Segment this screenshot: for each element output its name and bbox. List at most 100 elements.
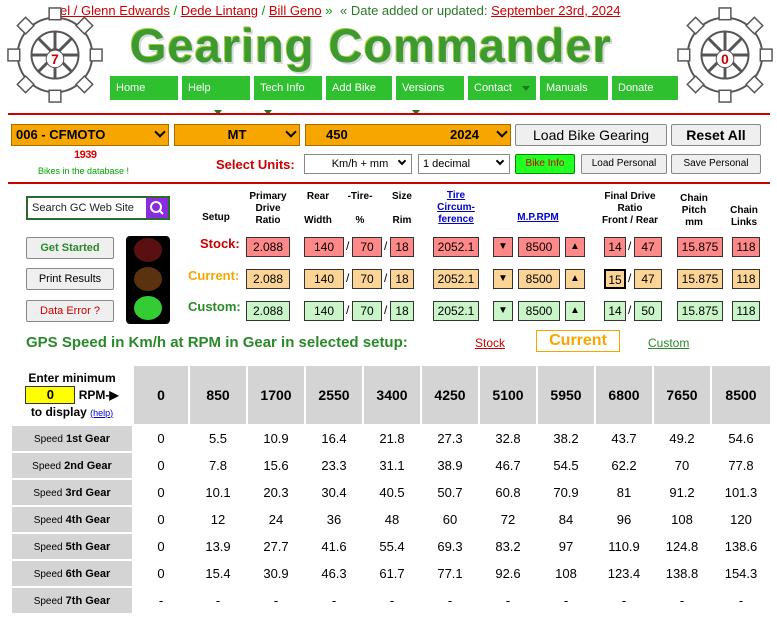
custom-primary[interactable]: 2.088	[246, 301, 290, 321]
bike-info-button[interactable]: Bike Info	[515, 154, 575, 174]
stock-rpm[interactable]: 8500	[518, 237, 560, 257]
nav-contact[interactable]: Contact	[468, 76, 538, 100]
speed-value: 101.3	[710, 478, 772, 507]
stock-rear[interactable]: 47	[634, 237, 662, 257]
load-personal-button[interactable]: Load Personal	[581, 154, 667, 174]
speed-value: 60	[420, 505, 480, 534]
nav-home[interactable]: Home	[110, 76, 180, 100]
stock-link[interactable]: Stock	[475, 336, 505, 350]
speed-value: -	[304, 586, 364, 615]
rpm-up-button[interactable]: ▲	[565, 301, 585, 321]
help-link[interactable]: (help)	[90, 408, 113, 418]
divider	[8, 182, 770, 184]
stock-front[interactable]: 14	[604, 237, 626, 257]
stock-rim[interactable]: 18	[390, 237, 414, 257]
get-started-button[interactable]: Get Started	[26, 237, 114, 259]
credit-link[interactable]: Dede Lintang	[181, 3, 258, 18]
hdr-line: Pitch	[681, 205, 707, 216]
save-personal-button[interactable]: Save Personal	[671, 154, 761, 174]
gear-name: 1st Gear	[65, 432, 110, 445]
stock-width[interactable]: 140	[304, 237, 344, 257]
units-select[interactable]: Km/h + mm	[304, 154, 412, 174]
gear-row: Speed 5th Gear 0 13.9 27.7 41.6 55.4 69.3 83.2 9…	[10, 532, 772, 561]
custom-pitch[interactable]: 15.875	[677, 301, 723, 321]
custom-pct[interactable]: 70	[352, 301, 382, 321]
make-select[interactable]: 006 - CFMOTO	[11, 124, 169, 146]
nav-label: Tech Info	[260, 82, 305, 94]
nav-donate[interactable]: Donate	[612, 76, 680, 100]
stock-pitch[interactable]: 15.875	[677, 237, 723, 257]
speed-value: 38.9	[420, 451, 480, 480]
nav-versions[interactable]: Versions	[396, 76, 466, 115]
rpm-up-button[interactable]: ▲	[565, 237, 585, 257]
custom-link[interactable]: Custom	[648, 336, 689, 350]
custom-rpm[interactable]: 8500	[518, 301, 560, 321]
hdr-final-drive: Final Drive Ratio Front / Rear	[590, 191, 670, 227]
current-button[interactable]: Current	[536, 330, 620, 352]
speed-value: 62.2	[594, 451, 654, 480]
hdr-line: Chain	[730, 205, 758, 216]
rpm-col: 0	[132, 364, 190, 426]
search-icon[interactable]	[146, 198, 168, 218]
speed-value: 15.6	[246, 451, 306, 480]
nav-tech-info[interactable]: Tech Info	[254, 76, 324, 115]
gear-label: Speed 4th Gear	[10, 505, 134, 534]
rpm-down-button[interactable]: ▼	[493, 301, 513, 321]
year-value: 2024	[450, 127, 479, 142]
load-bike-gearing-button[interactable]: Load Bike Gearing	[515, 124, 667, 146]
speed-value: 55.4	[362, 532, 422, 561]
speed-value: 138.8	[652, 559, 712, 588]
decimals-value: 1 decimal	[423, 158, 471, 170]
custom-front[interactable]: 14	[604, 301, 626, 321]
search-input[interactable]: Search GC Web Site	[26, 196, 170, 220]
current-rim[interactable]: 18	[390, 269, 414, 289]
rpm-down-button[interactable]: ▼	[493, 237, 513, 257]
rpm-down-button[interactable]: ▼	[493, 269, 513, 289]
custom-links[interactable]: 118	[732, 301, 760, 321]
rpm-col: 3400	[362, 364, 422, 426]
credit-link[interactable]: Bill Geno	[269, 3, 322, 18]
gear-row: Speed 1st Gear 0 5.5 10.9 16.4 21.8 27.3 32.8 38…	[10, 424, 772, 453]
speed-value: 154.3	[710, 559, 772, 588]
custom-rim[interactable]: 18	[390, 301, 414, 321]
decimals-select[interactable]: 1 decimal	[418, 154, 510, 174]
speed-value: 138.6	[710, 532, 772, 561]
speed-value: 60.8	[478, 478, 538, 507]
gear-logo-left: 7	[7, 7, 103, 103]
nav-add-bike[interactable]: Add Bike	[326, 76, 394, 100]
min-rpm-input[interactable]: 0	[25, 385, 76, 404]
hdr-line: Links	[730, 217, 758, 228]
credit-sep: /	[258, 3, 269, 18]
gear-row: Speed 3rd Gear 0 10.1 20.3 30.4 40.5 50.7 60.8 7…	[10, 478, 772, 507]
speed-value: 10.1	[188, 478, 248, 507]
hdr-tire-circumference-link[interactable]: Tire Circum-ference	[430, 190, 482, 226]
data-error-button[interactable]: Data Error ?	[26, 300, 114, 322]
custom-rear[interactable]: 50	[634, 301, 662, 321]
hdr-line: Front / Rear	[601, 215, 659, 226]
stock-links[interactable]: 118	[732, 237, 760, 257]
nav-help[interactable]: Help	[182, 76, 252, 115]
current-primary[interactable]: 2.088	[246, 269, 290, 289]
hdr-mprpm-link[interactable]: M.P.RPM	[512, 212, 564, 224]
size-year-select[interactable]: 450 2024	[305, 124, 511, 146]
speed-word: Speed	[32, 460, 62, 472]
rpm-col: 5950	[536, 364, 596, 426]
print-results-button[interactable]: Print Results	[26, 268, 114, 290]
custom-width[interactable]: 140	[304, 301, 344, 321]
current-front[interactable]: 15	[604, 269, 626, 289]
red-lamp	[134, 238, 162, 262]
nav-manuals[interactable]: Manuals	[540, 76, 610, 100]
rpm-up-button[interactable]: ▲	[565, 269, 585, 289]
current-links[interactable]: 118	[732, 269, 760, 289]
stock-primary[interactable]: 2.088	[246, 237, 290, 257]
current-pct[interactable]: 70	[352, 269, 382, 289]
stock-pct[interactable]: 70	[352, 237, 382, 257]
current-rear[interactable]: 47	[634, 269, 662, 289]
current-pitch[interactable]: 15.875	[677, 269, 723, 289]
hdr-line: Size	[391, 191, 412, 202]
speed-value: 0	[132, 532, 190, 561]
reset-all-button[interactable]: Reset All	[671, 124, 761, 146]
current-width[interactable]: 140	[304, 269, 344, 289]
current-rpm[interactable]: 8500	[518, 269, 560, 289]
model-select[interactable]: MT	[174, 124, 300, 146]
